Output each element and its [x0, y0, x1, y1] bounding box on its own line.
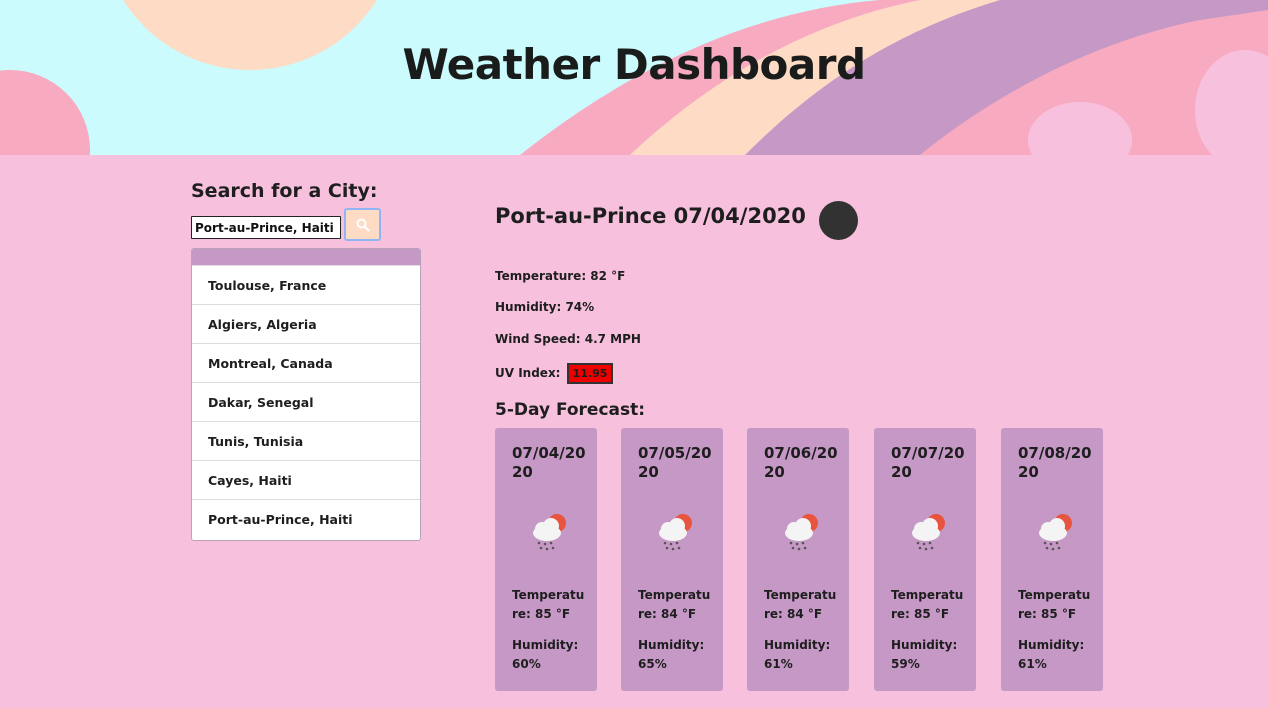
forecast-humidity: Humidity: 61%	[764, 638, 831, 671]
search-icon	[346, 218, 379, 232]
forecast-date: 07/05/2020	[638, 444, 712, 481]
history-item-algiers[interactable]: Algiers, Algeria	[192, 304, 420, 343]
search-button[interactable]	[344, 208, 381, 241]
current-uv: UV Index: 11.95	[495, 363, 614, 384]
history-item-tunis[interactable]: Tunis, Tunisia	[192, 421, 420, 460]
forecast-humidity: Humidity: 65%	[638, 638, 705, 671]
history-item-cayes[interactable]: Cayes, Haiti	[192, 460, 420, 499]
history-item-toulouse[interactable]: Toulouse, France	[192, 265, 420, 304]
search-label: Search for a City:	[191, 180, 378, 202]
forecast-temperature: Temperature: 85 °F	[512, 588, 585, 621]
forecast-humidity: Humidity: 59%	[891, 638, 958, 671]
forecast-title: 5-Day Forecast:	[495, 400, 646, 420]
rain-cloud-sun-icon	[1033, 510, 1077, 558]
forecast-humidity: Humidity: 61%	[1018, 638, 1085, 671]
current-wind-speed: Wind Speed: 4.7 MPH	[495, 332, 641, 346]
forecast-date: 07/07/2020	[891, 444, 965, 481]
rain-cloud-sun-icon	[906, 510, 950, 558]
uv-label: UV Index:	[495, 366, 561, 380]
forecast-card: 07/08/2020 Temperature: 85 °F Humidity: …	[1001, 428, 1103, 691]
forecast-date: 07/08/2020	[1018, 444, 1092, 481]
forecast-temperature: Temperature: 85 °F	[891, 588, 964, 621]
forecast-temperature: Temperature: 84 °F	[638, 588, 711, 621]
search-history-list: Toulouse, France Algiers, Algeria Montre…	[191, 248, 421, 541]
rain-cloud-sun-icon	[653, 510, 697, 558]
history-item-montreal[interactable]: Montreal, Canada	[192, 343, 420, 382]
uv-index-badge: 11.95	[566, 363, 614, 384]
forecast-date: 07/06/2020	[764, 444, 838, 481]
current-temperature: Temperature: 82 °F	[495, 269, 626, 283]
city-search-input[interactable]	[191, 216, 341, 239]
current-humidity: Humidity: 74%	[495, 300, 595, 314]
forecast-date: 07/04/2020	[512, 444, 586, 481]
history-item-port-au-prince[interactable]: Port-au-Prince, Haiti	[192, 499, 420, 538]
search-history-header	[192, 249, 420, 265]
history-item-dakar[interactable]: Dakar, Senegal	[192, 382, 420, 421]
forecast-card: 07/07/2020 Temperature: 85 °F Humidity: …	[874, 428, 976, 691]
weather-icon	[819, 201, 858, 240]
forecast-temperature: Temperature: 85 °F	[1018, 588, 1091, 621]
forecast-card: 07/04/2020 Temperature: 85 °F Humidity: …	[495, 428, 597, 691]
forecast-temperature: Temperature: 84 °F	[764, 588, 837, 621]
rain-cloud-sun-icon	[779, 510, 823, 558]
page-title: Weather Dashboard	[402, 40, 866, 89]
forecast-card: 07/06/2020 Temperature: 84 °F Humidity: …	[747, 428, 849, 691]
rain-cloud-sun-icon	[527, 510, 571, 558]
current-city-title: Port-au-Prince 07/04/2020	[495, 204, 806, 228]
forecast-card: 07/05/2020 Temperature: 84 °F Humidity: …	[621, 428, 723, 691]
forecast-humidity: Humidity: 60%	[512, 638, 579, 671]
